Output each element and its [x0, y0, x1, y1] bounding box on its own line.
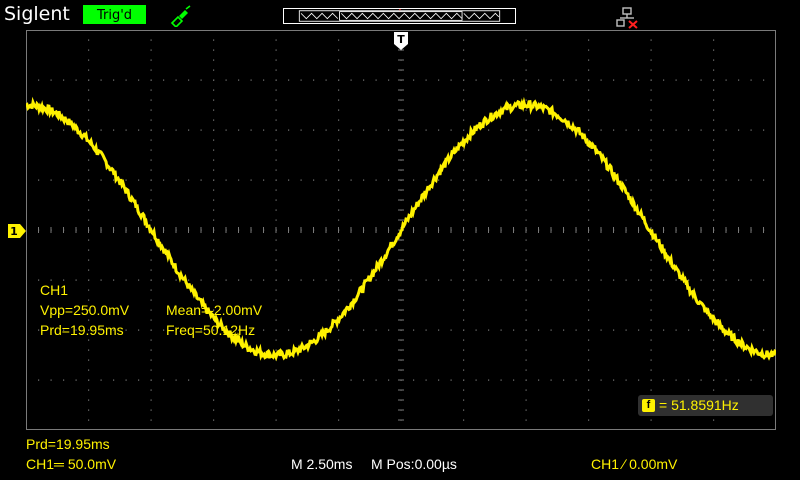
- frequency-counter-icon: f: [642, 399, 655, 412]
- trigger-status-badge: Trig'd: [83, 5, 146, 24]
- measurement-channel: CH1: [40, 282, 69, 298]
- frequency-counter: f = 51.8591Hz: [638, 395, 773, 416]
- measurement-mean: Mean=-2.00mV: [166, 302, 263, 318]
- network-disconnected-icon: [616, 7, 638, 29]
- status-ch1-scale[interactable]: CH1═ 50.0mV: [26, 456, 116, 472]
- memory-depth-bar: [283, 8, 516, 24]
- status-period: Prd=19.95ms: [26, 436, 110, 452]
- measurement-period: Prd=19.95ms: [40, 322, 124, 338]
- frequency-counter-value: = 51.8591Hz: [659, 397, 739, 413]
- measurement-frequency: Freq=50.12Hz: [166, 322, 256, 338]
- status-horizontal-position[interactable]: M Pos:0.00µs: [371, 456, 457, 472]
- brand-label: Siglent: [4, 3, 70, 25]
- trigger-position-marker[interactable]: T: [394, 32, 408, 50]
- measurement-vpp: Vpp=250.0mV: [40, 302, 130, 318]
- trigger-position-label: T: [397, 33, 405, 46]
- status-timebase[interactable]: M 2.50ms: [291, 456, 352, 472]
- probe-icon[interactable]: [168, 5, 192, 27]
- status-trigger[interactable]: CH1 ∕ 0.00mV: [591, 456, 677, 472]
- ch1-level-label: 1: [10, 225, 18, 238]
- waveform-display[interactable]: [26, 30, 776, 430]
- ch1-level-marker[interactable]: 1: [8, 224, 26, 238]
